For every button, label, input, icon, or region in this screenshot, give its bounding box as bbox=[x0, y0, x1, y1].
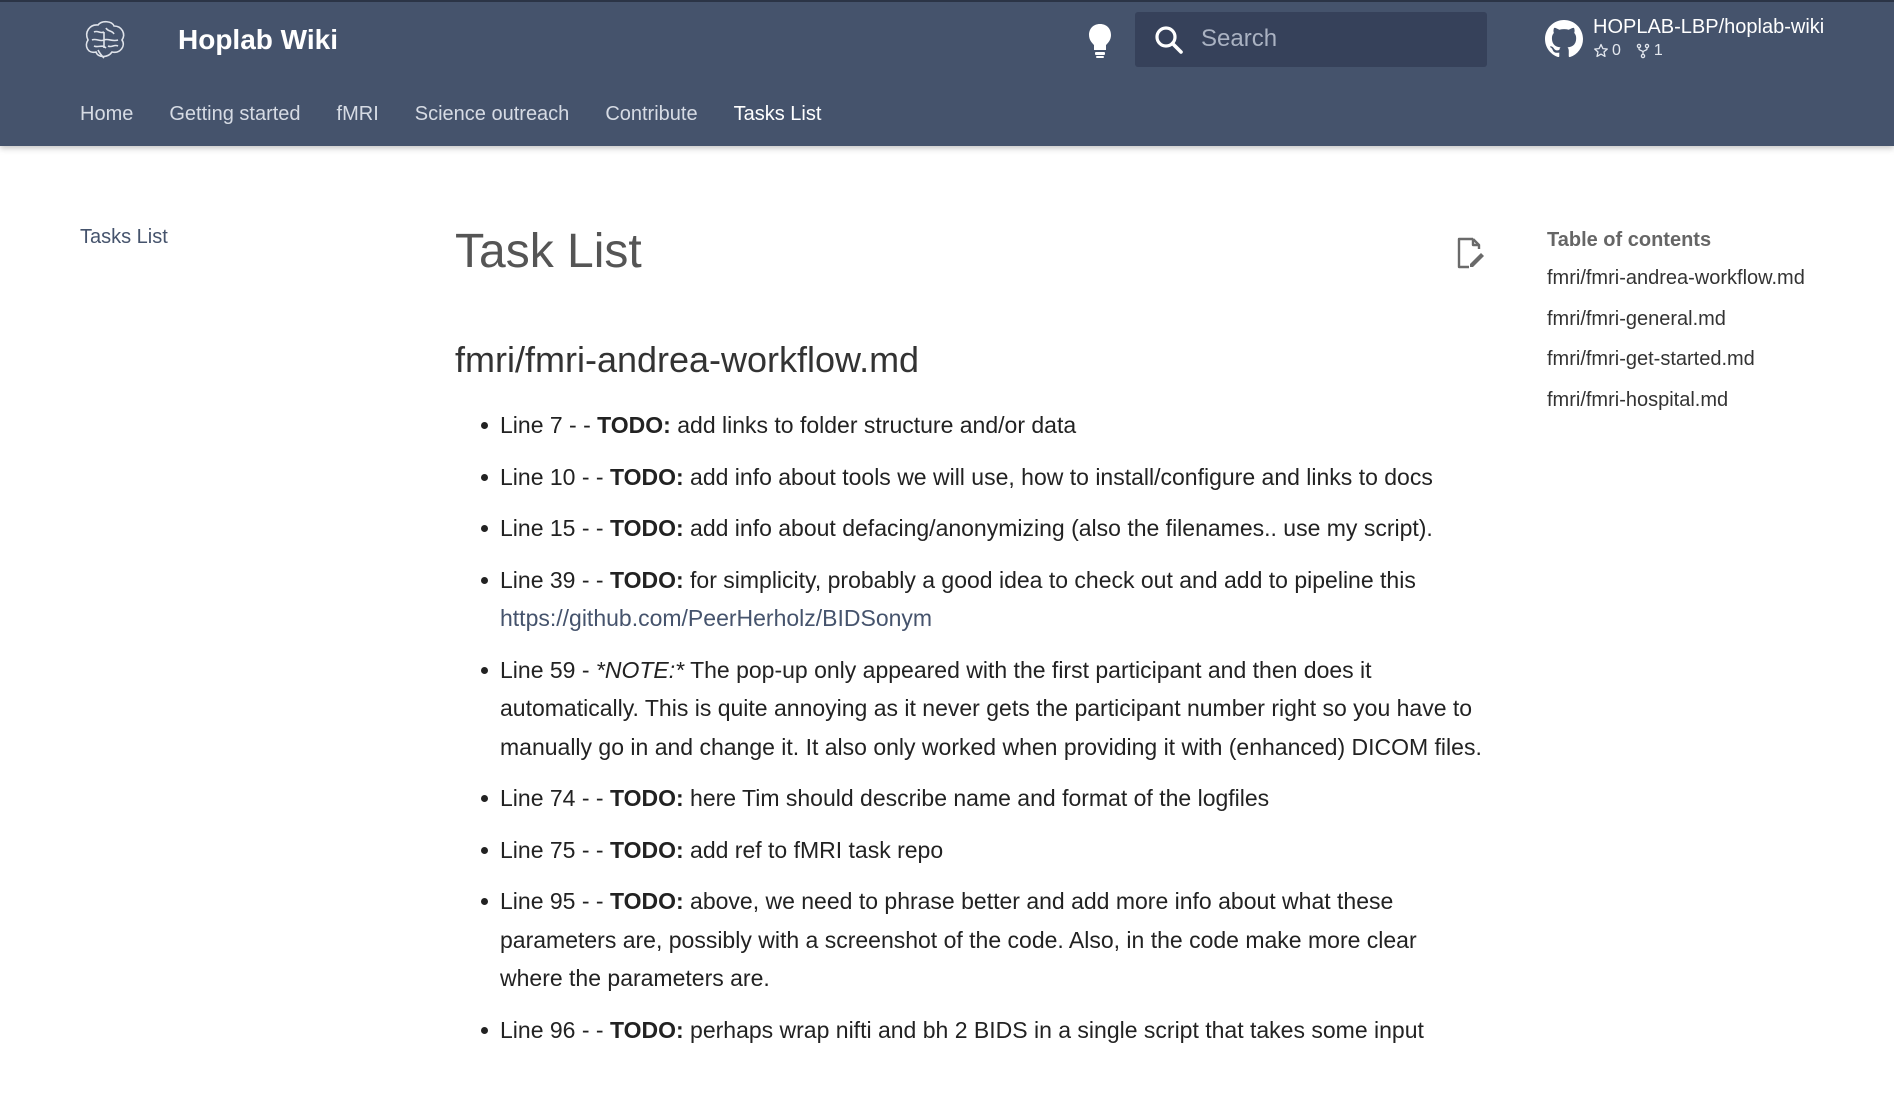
top-nav: Home Getting started fMRI Science outrea… bbox=[80, 100, 857, 128]
site-title[interactable]: Hoplab Wiki bbox=[178, 22, 338, 58]
todo-tag: TODO: bbox=[609, 785, 684, 811]
tab-fmri[interactable]: fMRI bbox=[337, 100, 379, 128]
tab-home[interactable]: Home bbox=[80, 100, 133, 128]
item-text: add info about defacing/anonymizing (als… bbox=[683, 515, 1433, 541]
toc-link-fmri-general[interactable]: fmri/fmri-general.md bbox=[1547, 308, 1726, 330]
bidsonym-link[interactable]: https://github.com/PeerHerholz/BIDSonym bbox=[500, 605, 932, 631]
toc-link-andrea-workflow[interactable]: fmri/fmri-andrea-workflow.md bbox=[1547, 267, 1805, 289]
todo-tag: TODO: bbox=[609, 515, 684, 541]
search-box[interactable] bbox=[1135, 12, 1487, 67]
star-icon bbox=[1594, 43, 1608, 58]
note-tag: *NOTE:* bbox=[595, 656, 685, 683]
list-item: Line 96 - - TODO: perhaps wrap nifti and… bbox=[455, 1011, 1485, 1050]
toc-link-fmri-hospital[interactable]: fmri/fmri-hospital.md bbox=[1547, 389, 1728, 411]
fork-count: 1 bbox=[1653, 42, 1663, 59]
line-ref: Line 7 - - bbox=[500, 412, 598, 438]
main-content: Task List fmri/fmri-andrea-workflow.md L… bbox=[455, 220, 1485, 1062]
todo-list: Line 7 - - TODO: add links to folder str… bbox=[455, 406, 1485, 1049]
list-item: Line 95 - - TODO: above, we need to phra… bbox=[455, 882, 1485, 998]
item-text: here Tim should describe name and format… bbox=[683, 785, 1270, 811]
line-ref: Line 74 - - bbox=[500, 785, 610, 811]
repo-forks: 1 bbox=[1635, 42, 1663, 60]
repo-name: HOPLAB-LBP/hoplab-wiki bbox=[1593, 16, 1825, 38]
repo-stars: 0 bbox=[1593, 42, 1621, 60]
toc-item: fmri/fmri-general.md bbox=[1547, 305, 1877, 333]
todo-tag: TODO: bbox=[609, 888, 684, 914]
line-ref: Line 95 - - bbox=[500, 888, 610, 914]
sidebar: Tasks List bbox=[80, 226, 168, 249]
toc-title: Table of contents bbox=[1547, 229, 1712, 251]
list-item: Line 39 - - TODO: for simplicity, probab… bbox=[455, 561, 1485, 638]
brain-icon[interactable] bbox=[80, 18, 128, 62]
toc-link-fmri-get-started[interactable]: fmri/fmri-get-started.md bbox=[1547, 348, 1755, 370]
dark-mode-toggle-icon[interactable] bbox=[1084, 20, 1116, 60]
todo-tag: TODO: bbox=[609, 1016, 684, 1043]
line-ref: Line 96 - - bbox=[500, 1016, 610, 1043]
github-repo-link[interactable]: HOPLAB-LBP/hoplab-wiki 0 1 bbox=[1545, 14, 1885, 68]
github-icon bbox=[1545, 20, 1583, 58]
todo-tag: TODO: bbox=[597, 412, 671, 438]
line-ref: Line 39 - - bbox=[500, 566, 610, 593]
toc-item: fmri/fmri-hospital.md bbox=[1547, 386, 1877, 414]
search-input[interactable] bbox=[1201, 20, 1471, 58]
tab-science-outreach[interactable]: Science outreach bbox=[415, 100, 570, 128]
line-ref: Line 59 - bbox=[500, 656, 596, 683]
search-icon bbox=[1155, 26, 1183, 54]
line-ref: Line 15 - - bbox=[500, 515, 610, 541]
list-item: Line 75 - - TODO: add ref to fMRI task r… bbox=[455, 831, 1485, 870]
item-text: add info about tools we will use, how to… bbox=[683, 463, 1433, 490]
item-text: add links to folder structure and/or dat… bbox=[670, 412, 1077, 438]
fork-icon bbox=[1636, 43, 1650, 59]
todo-tag: TODO: bbox=[609, 463, 684, 490]
toc-item: fmri/fmri-get-started.md bbox=[1547, 345, 1877, 373]
repo-stats: 0 1 bbox=[1593, 42, 1677, 60]
list-item: Line 10 - - TODO: add info about tools w… bbox=[455, 458, 1485, 497]
table-of-contents: Table of contents fmri/fmri-andrea-workf… bbox=[1547, 226, 1877, 426]
list-item: Line 15 - - TODO: add info about defacin… bbox=[455, 509, 1485, 548]
star-count: 0 bbox=[1612, 42, 1621, 59]
todo-tag: TODO: bbox=[609, 566, 684, 593]
section-heading: fmri/fmri-andrea-workflow.md bbox=[455, 339, 920, 380]
tab-contribute[interactable]: Contribute bbox=[605, 100, 697, 128]
edit-page-icon[interactable] bbox=[1455, 234, 1485, 272]
tab-tasks-list[interactable]: Tasks List bbox=[734, 100, 822, 128]
list-item: Line 74 - - TODO: here Tim should descri… bbox=[455, 779, 1485, 818]
list-item: Line 59 - *NOTE:* The pop-up only appear… bbox=[455, 651, 1485, 767]
item-text: add ref to fMRI task repo bbox=[683, 836, 944, 863]
sidebar-item-tasks-list[interactable]: Tasks List bbox=[80, 226, 168, 248]
item-text: for simplicity, probably a good idea to … bbox=[683, 566, 1416, 593]
toc-list: fmri/fmri-andrea-workflow.md fmri/fmri-g… bbox=[1547, 264, 1877, 414]
line-ref: Line 10 - - bbox=[500, 463, 610, 490]
site-header: Hoplab Wiki HOPLAB-LBP/hoplab-wiki 0 bbox=[0, 0, 1894, 146]
page-title: Task List bbox=[455, 225, 642, 278]
toc-item: fmri/fmri-andrea-workflow.md bbox=[1547, 264, 1877, 292]
tab-getting-started[interactable]: Getting started bbox=[169, 100, 300, 128]
todo-tag: TODO: bbox=[609, 836, 684, 863]
item-text: perhaps wrap nifti and bh 2 BIDS in a si… bbox=[683, 1016, 1424, 1043]
line-ref: Line 75 - - bbox=[500, 836, 610, 863]
list-item: Line 7 - - TODO: add links to folder str… bbox=[455, 406, 1485, 445]
